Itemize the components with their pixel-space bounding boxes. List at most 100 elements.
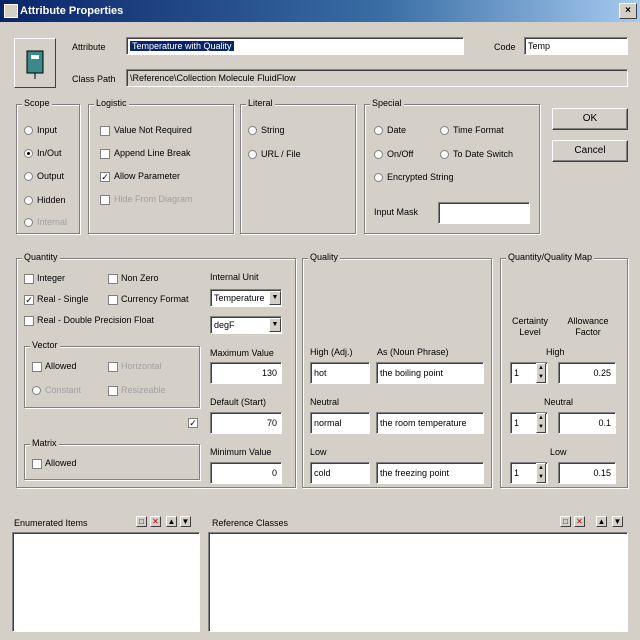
map-neutral-label: Neutral xyxy=(544,397,574,407)
vector-constant-radio[interactable] xyxy=(32,386,41,395)
date-label: Date xyxy=(387,125,407,135)
quality-label: Quality xyxy=(308,252,341,262)
encrypted-string-radio[interactable] xyxy=(374,173,383,182)
vector-label: Vector xyxy=(30,340,60,350)
scope-input-radio[interactable] xyxy=(24,126,33,135)
neutral-label: Neutral xyxy=(310,397,340,407)
min-value-input[interactable]: 0 xyxy=(210,462,282,484)
to-date-switch-radio[interactable] xyxy=(440,150,449,159)
as-noun-phrase-label: As (Noun Phrase) xyxy=(377,347,449,357)
reference-classes-list[interactable] xyxy=(208,532,628,632)
vector-resizeable-checkbox[interactable] xyxy=(108,386,118,396)
string-radio[interactable] xyxy=(248,126,257,135)
reference-classes-label: Reference Classes xyxy=(212,518,289,528)
on-off-radio[interactable] xyxy=(374,150,383,159)
high-phrase-input[interactable]: the boiling point xyxy=(376,362,484,384)
input-mask-input[interactable] xyxy=(438,202,530,224)
neutral-factor-input[interactable]: 0.1 xyxy=(558,412,616,434)
default-value-input[interactable]: 70 xyxy=(210,412,282,434)
move-up-icon[interactable]: ▲ xyxy=(166,516,177,527)
spinner-arrows-icon[interactable]: ▲ ▼ xyxy=(536,413,546,433)
ok-button[interactable]: OK xyxy=(552,108,628,130)
enumerated-items-list[interactable] xyxy=(12,532,200,632)
scope-output-label: Output xyxy=(37,171,65,181)
scope-group xyxy=(16,104,80,234)
high-adj-label: High (Adj.) xyxy=(310,347,353,357)
low-phrase-input[interactable]: the freezing point xyxy=(376,462,484,484)
scope-label: Scope xyxy=(22,98,52,108)
close-icon[interactable]: × xyxy=(619,3,637,19)
literal-label: Literal xyxy=(246,98,275,108)
attribute-label: Attribute xyxy=(72,42,106,52)
append-line-break-checkbox[interactable] xyxy=(100,149,110,159)
class-path-field: \Reference\Collection Molecule FluidFlow xyxy=(126,69,628,87)
scope-hidden-radio[interactable] xyxy=(24,196,33,205)
value-not-required-checkbox[interactable] xyxy=(100,126,110,136)
max-value-input[interactable]: 130 xyxy=(210,362,282,384)
vector-option-checkbox[interactable]: ✓ xyxy=(188,418,198,428)
new-item-icon[interactable]: □ xyxy=(560,516,571,527)
move-up-icon[interactable]: ▲ xyxy=(596,516,607,527)
map-low-label: Low xyxy=(550,447,567,457)
delete-icon[interactable]: ✕ xyxy=(574,516,585,527)
low-label: Low xyxy=(310,447,327,457)
logistic-group xyxy=(88,104,234,234)
quantity-label: Quantity xyxy=(22,252,60,262)
scope-internal-radio[interactable] xyxy=(24,218,33,227)
neutral-adj-input[interactable]: normal xyxy=(310,412,370,434)
map-label: Quantity/Quality Map xyxy=(506,252,595,262)
matrix-allowed-checkbox[interactable] xyxy=(32,459,42,469)
enumerated-items-label: Enumerated Items xyxy=(14,518,88,528)
vector-resizeable-label: Resizeable xyxy=(121,385,166,395)
allow-parameter-checkbox[interactable]: ✓ xyxy=(100,172,110,182)
move-down-icon[interactable]: ▼ xyxy=(612,516,623,527)
default-value-label: Default (Start) xyxy=(210,397,267,407)
certainty-level-label: Certainty Level xyxy=(511,316,548,337)
scope-input-label: Input xyxy=(37,125,58,135)
date-radio[interactable] xyxy=(374,126,383,135)
low-adj-input[interactable]: cold xyxy=(310,462,370,484)
special-label: Special xyxy=(370,98,404,108)
chevron-down-icon[interactable]: ▼ xyxy=(269,291,281,305)
input-mask-label: Input Mask xyxy=(374,207,419,217)
url-file-radio[interactable] xyxy=(248,150,257,159)
string-label: String xyxy=(261,125,285,135)
time-format-radio[interactable] xyxy=(440,126,449,135)
vector-group xyxy=(24,346,200,408)
move-down-icon[interactable]: ▼ xyxy=(180,516,191,527)
cancel-button[interactable]: Cancel xyxy=(552,140,628,162)
real-double-label: Real - Double Precision Float xyxy=(37,315,155,325)
integer-label: Integer xyxy=(37,273,66,283)
real-double-checkbox[interactable] xyxy=(24,316,34,326)
spinner-arrows-icon[interactable]: ▲ ▼ xyxy=(536,463,546,483)
hide-from-diagram-checkbox[interactable] xyxy=(100,195,110,205)
vector-horizontal-label: Horizontal xyxy=(121,361,162,371)
neutral-phrase-input[interactable]: the room temperature xyxy=(376,412,484,434)
code-input[interactable]: Temp xyxy=(524,37,628,55)
real-single-label: Real - Single xyxy=(37,294,89,304)
chevron-down-icon[interactable]: ▼ xyxy=(269,318,281,332)
real-single-checkbox[interactable]: ✓ xyxy=(24,295,34,305)
non-zero-checkbox[interactable] xyxy=(108,274,118,284)
url-file-label: URL / File xyxy=(261,149,301,159)
spinner-arrows-icon[interactable]: ▲ ▼ xyxy=(536,363,546,383)
scope-inout-radio[interactable] xyxy=(24,149,33,158)
currency-format-checkbox[interactable] xyxy=(108,295,118,305)
attribute-icon xyxy=(14,38,56,88)
logistic-label: Logistic xyxy=(94,98,129,108)
low-factor-input[interactable]: 0.15 xyxy=(558,462,616,484)
vector-allowed-checkbox[interactable] xyxy=(32,362,42,372)
vector-horizontal-checkbox[interactable] xyxy=(108,362,118,372)
window-title: Attribute Properties xyxy=(20,5,124,17)
max-value-label: Maximum Value xyxy=(210,348,274,358)
new-item-icon[interactable]: □ xyxy=(136,516,147,527)
scope-output-radio[interactable] xyxy=(24,172,33,181)
delete-icon[interactable]: ✕ xyxy=(150,516,161,527)
class-path-label: Class Path xyxy=(72,74,116,84)
on-off-label: On/Off xyxy=(387,149,414,159)
vector-constant-label: Constant xyxy=(45,385,82,395)
high-adj-input[interactable]: hot xyxy=(310,362,370,384)
attribute-input[interactable]: Temperature with Quality xyxy=(126,37,464,55)
integer-checkbox[interactable] xyxy=(24,274,34,284)
high-factor-input[interactable]: 0.25 xyxy=(558,362,616,384)
